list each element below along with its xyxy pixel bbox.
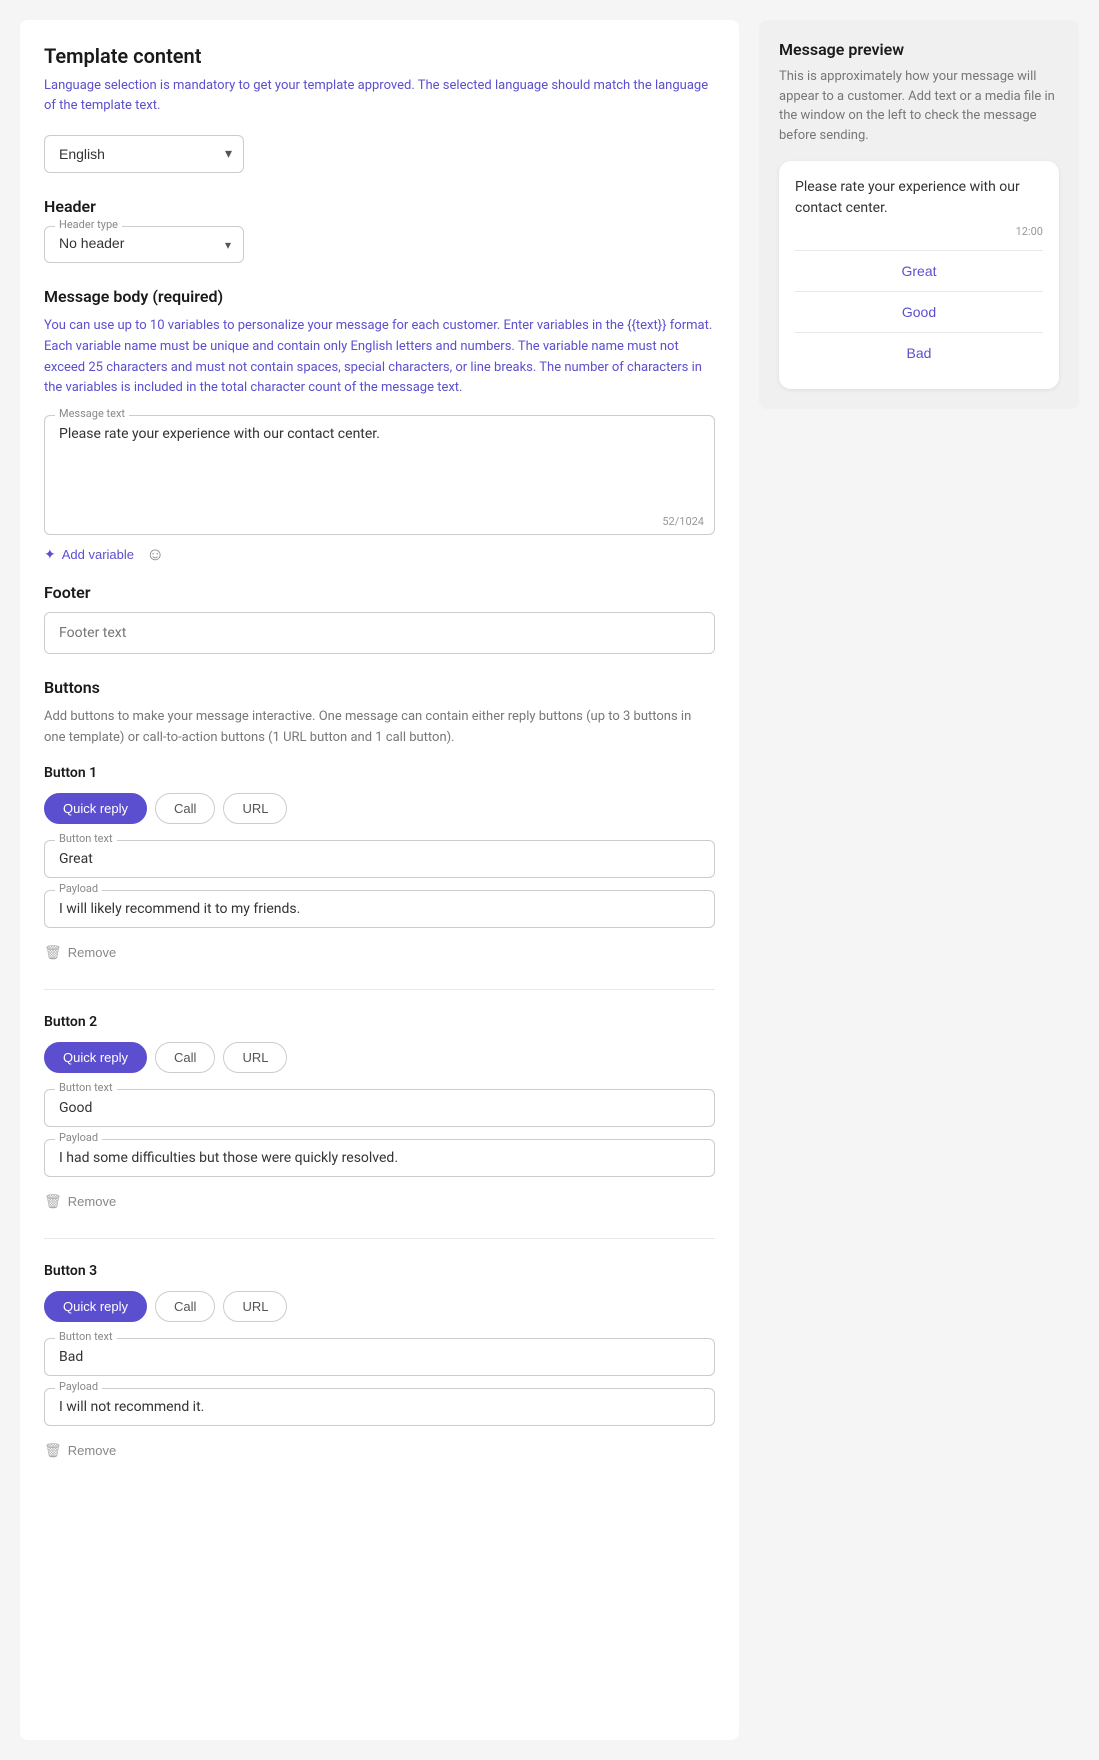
emoji-icon: ☺	[146, 544, 164, 564]
button2-call[interactable]: Call	[155, 1042, 215, 1073]
button3-payload-input[interactable]	[59, 1399, 700, 1415]
preview-button-3[interactable]: Bad	[795, 332, 1043, 373]
buttons-section-title: Buttons	[44, 678, 715, 697]
header-type-select[interactable]: No header Text Image Video Document	[59, 235, 229, 251]
message-textarea-wrapper: Message text Please rate your experience…	[44, 415, 715, 535]
button2-payload-label: Payload	[55, 1131, 102, 1144]
language-dropdown-wrapper: English Spanish French German Portuguese…	[44, 135, 244, 173]
preview-bubble: Please rate your experience with our con…	[779, 161, 1059, 389]
char-count: 52/1024	[662, 515, 704, 528]
button1-url[interactable]: URL	[223, 793, 287, 824]
page-title: Template content	[44, 44, 715, 68]
toolbar-row: ✦ Add variable ☺	[44, 545, 715, 563]
preview-time: 12:00	[795, 225, 1043, 238]
preview-description: This is approximately how your message w…	[779, 67, 1059, 145]
preview-button-2[interactable]: Good	[795, 291, 1043, 332]
left-panel: Template content Language selection is m…	[20, 20, 739, 1740]
button1-remove[interactable]: 🗑 Remove	[44, 940, 116, 965]
preview-button-1[interactable]: Great	[795, 250, 1043, 291]
button3-remove[interactable]: 🗑 Remove	[44, 1438, 116, 1463]
button2-text-wrapper: Button text	[44, 1089, 715, 1127]
button2-payload-wrapper: Payload	[44, 1139, 715, 1177]
button1-quick-reply[interactable]: Quick reply	[44, 793, 147, 824]
button1-payload-input[interactable]	[59, 901, 700, 917]
button2-trash-icon: 🗑	[44, 1193, 62, 1210]
button3-payload-label: Payload	[55, 1380, 102, 1393]
header-type-wrapper: Header type No header Text Image Video D…	[44, 226, 244, 263]
button2-remove[interactable]: 🗑 Remove	[44, 1189, 116, 1214]
button3-remove-label: Remove	[68, 1443, 116, 1458]
button3-text-wrapper: Button text	[44, 1338, 715, 1376]
button1-payload-wrapper: Payload	[44, 890, 715, 928]
button3-type-row: Quick reply Call URL	[44, 1291, 715, 1322]
subtitle: Language selection is mandatory to get y…	[44, 76, 715, 115]
button1-payload-label: Payload	[55, 882, 102, 895]
button1-text-wrapper: Button text	[44, 840, 715, 878]
button-group-3: Button 3 Quick reply Call URL Button tex…	[44, 1263, 715, 1487]
header-section: Header Header type No header Text Image …	[44, 197, 715, 263]
subtitle-plain: Language selection is mandatory to get y…	[44, 78, 415, 93]
buttons-section: Buttons Add buttons to make your message…	[44, 678, 715, 1487]
header-type-label: Header type	[55, 218, 122, 231]
button3-url[interactable]: URL	[223, 1291, 287, 1322]
message-body-info: You can use up to 10 variables to person…	[44, 316, 715, 399]
buttons-description: Add buttons to make your message interac…	[44, 707, 715, 749]
button2-quick-reply[interactable]: Quick reply	[44, 1042, 147, 1073]
add-variable-label: Add variable	[62, 547, 134, 562]
button3-payload-wrapper: Payload	[44, 1388, 715, 1426]
emoji-button[interactable]: ☺	[146, 545, 164, 563]
preview-message-text: Please rate your experience with our con…	[795, 177, 1043, 219]
button2-text-input[interactable]	[59, 1100, 700, 1116]
button3-title: Button 3	[44, 1263, 715, 1279]
button3-trash-icon: 🗑	[44, 1442, 62, 1459]
button2-text-label: Button text	[55, 1081, 117, 1094]
button1-trash-icon: 🗑	[44, 944, 62, 961]
button1-type-row: Quick reply Call URL	[44, 793, 715, 824]
button2-url[interactable]: URL	[223, 1042, 287, 1073]
button3-text-label: Button text	[55, 1330, 117, 1343]
add-variable-icon: ✦	[44, 546, 56, 563]
preview-title: Message preview	[779, 40, 1059, 59]
button2-payload-input[interactable]	[59, 1150, 700, 1166]
message-text-label: Message text	[55, 407, 129, 420]
footer-section-title: Footer	[44, 583, 715, 602]
button-group-1: Button 1 Quick reply Call URL Button tex…	[44, 765, 715, 990]
message-textarea[interactable]: Please rate your experience with our con…	[59, 426, 700, 506]
button1-text-input[interactable]	[59, 851, 700, 867]
message-body-section: Message body (required) You can use up t…	[44, 287, 715, 563]
message-body-title: Message body (required)	[44, 287, 715, 306]
button2-type-row: Quick reply Call URL	[44, 1042, 715, 1073]
button2-title: Button 2	[44, 1014, 715, 1030]
footer-input[interactable]	[45, 613, 714, 653]
button3-text-input[interactable]	[59, 1349, 700, 1365]
button3-quick-reply[interactable]: Quick reply	[44, 1291, 147, 1322]
button3-call[interactable]: Call	[155, 1291, 215, 1322]
right-panel: Message preview This is approximately ho…	[759, 20, 1079, 409]
button1-text-label: Button text	[55, 832, 117, 845]
button2-remove-label: Remove	[68, 1194, 116, 1209]
button1-title: Button 1	[44, 765, 715, 781]
footer-section: Footer	[44, 583, 715, 654]
button1-remove-label: Remove	[68, 945, 116, 960]
button-group-2: Button 2 Quick reply Call URL Button tex…	[44, 1014, 715, 1239]
add-variable-button[interactable]: ✦ Add variable	[44, 546, 134, 563]
language-select[interactable]: English Spanish French German Portuguese	[44, 135, 244, 173]
footer-input-wrapper	[44, 612, 715, 654]
button1-call[interactable]: Call	[155, 793, 215, 824]
header-section-title: Header	[44, 197, 715, 216]
